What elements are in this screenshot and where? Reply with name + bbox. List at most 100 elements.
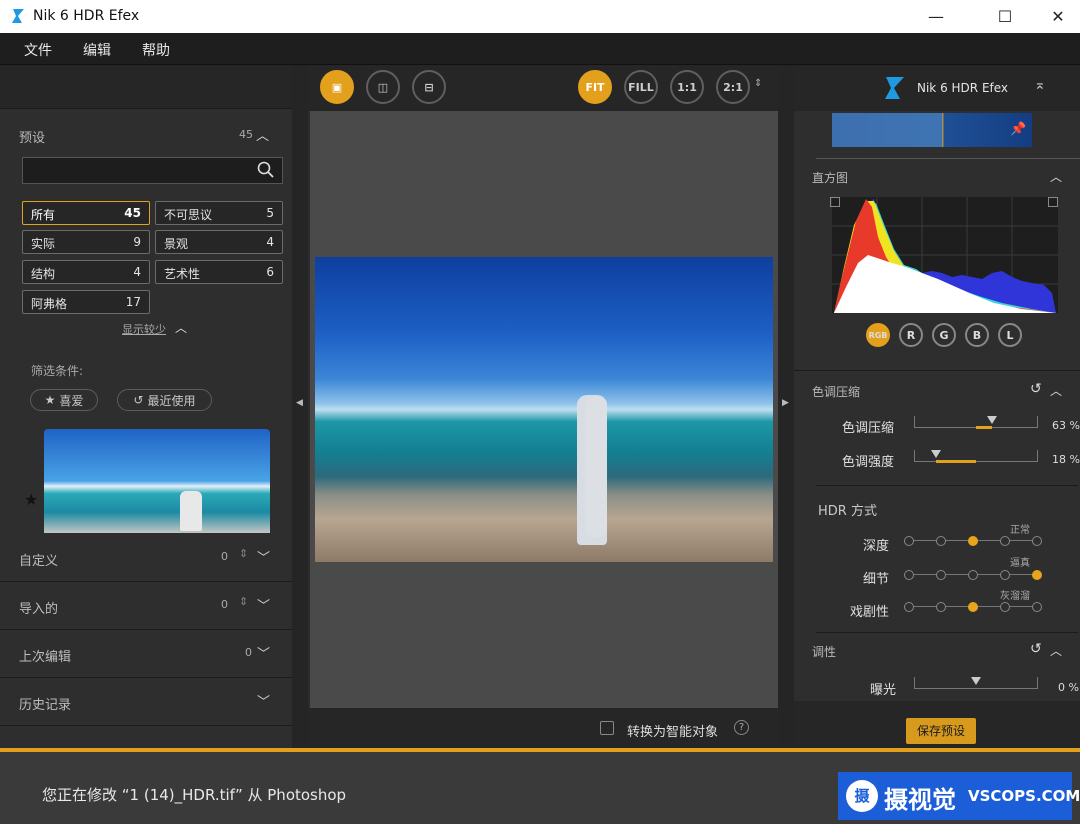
channel-g-button[interactable]: G bbox=[932, 323, 956, 347]
menu-help[interactable]: 帮助 bbox=[142, 40, 170, 60]
minimize-button[interactable]: — bbox=[912, 0, 960, 33]
zoom-fit-button[interactable]: FIT bbox=[578, 70, 612, 104]
save-preset-button[interactable]: 保存预设 bbox=[906, 718, 976, 744]
detail-stepper[interactable] bbox=[904, 570, 1042, 586]
detail-step-2[interactable] bbox=[936, 570, 946, 580]
preview-image[interactable] bbox=[315, 257, 773, 562]
zoom-1to1-button[interactable]: 1:1 bbox=[670, 70, 704, 104]
favorite-star-icon[interactable]: ★ bbox=[24, 490, 38, 509]
preset-category-afghan[interactable]: 阿弗格 17 bbox=[22, 290, 150, 314]
preset-category-incredible[interactable]: 不可思议 5 bbox=[155, 201, 283, 225]
detail-step-1[interactable] bbox=[904, 570, 914, 580]
maximize-button[interactable]: ☐ bbox=[981, 0, 1029, 33]
detail-step-3[interactable] bbox=[968, 570, 978, 580]
section-collapse-icon[interactable]: ︿ bbox=[1050, 642, 1062, 659]
title-bar: Nik 6 HDR Efex — ☐ ✕ bbox=[0, 0, 1080, 33]
help-icon[interactable]: ? bbox=[734, 720, 749, 735]
highlight-clip-indicator[interactable] bbox=[1048, 197, 1058, 207]
divider bbox=[816, 158, 1080, 159]
search-icon[interactable] bbox=[257, 161, 275, 183]
tone-compression-slider[interactable] bbox=[914, 416, 1038, 432]
smart-object-checkbox[interactable] bbox=[600, 721, 614, 735]
preset-category-artistic[interactable]: 艺术性 6 bbox=[155, 260, 283, 284]
section-last-edit[interactable]: 上次编辑 0 ﹀ bbox=[0, 630, 292, 678]
zoom-2to1-button[interactable]: 2:1 bbox=[716, 70, 750, 104]
tone-strength-label: 色调强度 bbox=[842, 455, 895, 470]
detail-step-4[interactable] bbox=[1000, 570, 1010, 580]
nik-logo-icon bbox=[882, 75, 906, 105]
detail-tag: 逼真 bbox=[1010, 558, 1030, 569]
smart-object-label: 转换为智能对象 bbox=[627, 725, 719, 740]
preset-category-realistic[interactable]: 实际 9 bbox=[22, 230, 150, 254]
histogram-chart bbox=[830, 197, 1058, 313]
collapse-chevron-icon[interactable]: ︿ bbox=[256, 125, 269, 144]
collapse-right-arrow-icon: ▶ bbox=[782, 398, 789, 408]
show-less-chevron-icon[interactable]: ︿ bbox=[175, 319, 187, 336]
section-custom[interactable]: 自定义 0 ⇕ ﹀ bbox=[0, 534, 292, 582]
sort-icon: ⇕ bbox=[239, 547, 249, 560]
left-panel-collapse-strip[interactable]: ◀ bbox=[292, 65, 308, 748]
drama-stepper[interactable] bbox=[904, 602, 1042, 618]
shadow-clip-indicator[interactable] bbox=[830, 197, 840, 207]
zoom-fill-button[interactable]: FILL bbox=[624, 70, 658, 104]
menu-file[interactable]: 文件 bbox=[24, 40, 52, 60]
histogram-collapse-icon[interactable]: ︿ bbox=[1050, 168, 1062, 185]
status-message: 您正在修改 “1 (14)_HDR.tif” 从 Photoshop bbox=[42, 786, 347, 804]
exposure-slider[interactable] bbox=[914, 677, 1038, 693]
filter-favorites-button[interactable]: ★ 喜爱 bbox=[30, 389, 98, 411]
preset-category-structure[interactable]: 结构 4 bbox=[22, 260, 150, 284]
depth-tag: 正常 bbox=[1010, 525, 1030, 536]
drama-step-5[interactable] bbox=[1032, 602, 1042, 612]
section-collapse-icon[interactable]: ︿ bbox=[1050, 382, 1062, 399]
divider bbox=[816, 632, 1078, 633]
channel-l-button[interactable]: L bbox=[998, 323, 1022, 347]
pin-icon[interactable]: 📌 bbox=[1010, 122, 1026, 137]
preset-category-landscape[interactable]: 景观 4 bbox=[155, 230, 283, 254]
menu-edit[interactable]: 编辑 bbox=[83, 40, 111, 60]
canvas bbox=[310, 111, 778, 708]
watermark-site: VSCOPS.COM bbox=[968, 787, 1080, 805]
left-panel-header bbox=[0, 65, 292, 109]
drama-step-3[interactable] bbox=[968, 602, 978, 612]
depth-step-1[interactable] bbox=[904, 536, 914, 546]
drama-step-1[interactable] bbox=[904, 602, 914, 612]
single-view-icon[interactable]: ▣ bbox=[320, 70, 354, 104]
detail-step-5[interactable] bbox=[1032, 570, 1042, 580]
detail-label: 细节 bbox=[863, 572, 890, 587]
drama-step-2[interactable] bbox=[936, 602, 946, 612]
divider bbox=[794, 370, 1080, 371]
divider bbox=[816, 485, 1078, 486]
reset-icon[interactable]: ↺ bbox=[1030, 381, 1042, 397]
expand-chevron-icon: ﹀ bbox=[257, 695, 271, 710]
depth-step-3[interactable] bbox=[968, 536, 978, 546]
depth-step-2[interactable] bbox=[936, 536, 946, 546]
depth-step-4[interactable] bbox=[1000, 536, 1010, 546]
section-history[interactable]: 历史记录 ﹀ bbox=[0, 678, 292, 726]
drama-step-4[interactable] bbox=[1000, 602, 1010, 612]
preset-preview-strip[interactable]: 📌 bbox=[832, 113, 1032, 147]
split-view-icon[interactable]: ◫ bbox=[366, 70, 400, 104]
app-logo-icon bbox=[10, 8, 26, 24]
right-panel-collapse-strip[interactable]: ▶ bbox=[778, 65, 794, 748]
channel-rgb-button[interactable]: RGB bbox=[866, 323, 890, 347]
section-imported[interactable]: 导入的 0 ⇕ ﹀ bbox=[0, 582, 292, 630]
preset-thumbnail[interactable] bbox=[44, 429, 270, 533]
reset-icon[interactable]: ↺ bbox=[1030, 641, 1042, 657]
side-by-side-view-icon[interactable]: ⊟ bbox=[412, 70, 446, 104]
depth-step-5[interactable] bbox=[1032, 536, 1042, 546]
collapse-top-icon[interactable]: ⌅ bbox=[1034, 77, 1046, 93]
tone-strength-slider[interactable] bbox=[914, 450, 1038, 466]
brand-label: Nik 6 HDR Efex bbox=[917, 81, 1009, 95]
channel-r-button[interactable]: R bbox=[899, 323, 923, 347]
depth-stepper[interactable] bbox=[904, 536, 1042, 552]
search-input[interactable] bbox=[22, 157, 283, 184]
close-button[interactable]: ✕ bbox=[1034, 0, 1080, 33]
watermark-text: 摄视觉 bbox=[884, 786, 956, 814]
preset-category-all[interactable]: 所有 45 bbox=[22, 201, 150, 225]
tone-compression-section-label: 色调压缩 bbox=[812, 385, 861, 399]
channel-b-button[interactable]: B bbox=[965, 323, 989, 347]
drama-tag: 灰溜溜 bbox=[1000, 591, 1030, 602]
zoom-stepper-icon[interactable]: ⇕ bbox=[754, 78, 762, 89]
show-less-link[interactable]: 显示较少 bbox=[122, 321, 166, 337]
filter-recent-button[interactable]: ↺ 最近使用 bbox=[117, 389, 212, 411]
